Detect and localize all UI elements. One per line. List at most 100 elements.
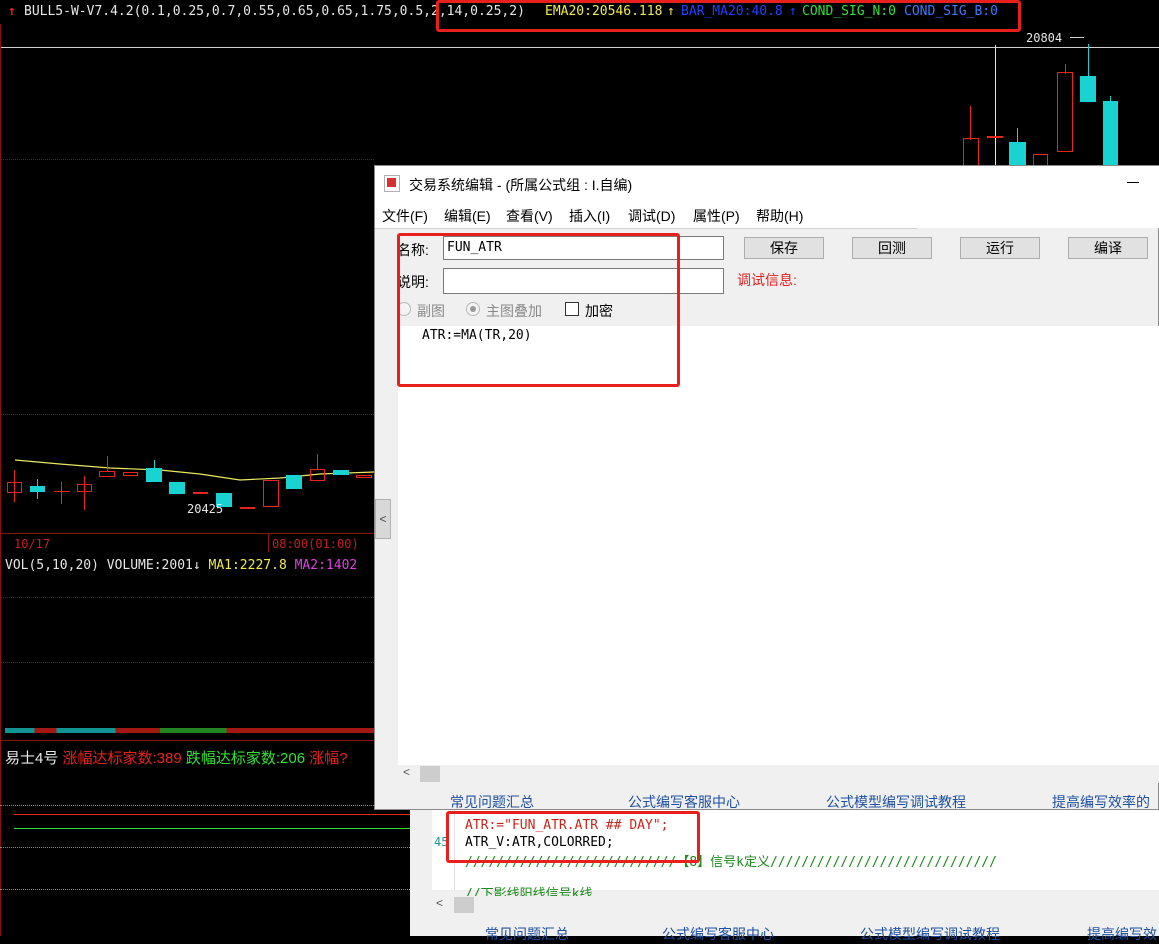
candle	[963, 138, 979, 166]
candle	[54, 491, 70, 492]
run-button[interactable]: 运行	[960, 237, 1040, 259]
grid-line	[0, 662, 374, 663]
down-count: 跌幅达标家数:206	[185, 750, 306, 767]
candle	[333, 470, 349, 475]
grid-line	[0, 597, 374, 598]
menu-view[interactable]: 查看(V)	[506, 206, 553, 226]
indicator-name: 易士4号	[5, 750, 59, 767]
date-label: 10/17	[14, 537, 51, 551]
low-price-label: 20425	[187, 502, 224, 516]
volume-legend: VOL(5,10,20) VOLUME:2001↓ MA1:2227.8 MA2…	[5, 558, 357, 573]
app-icon	[384, 175, 400, 192]
editor-horizontal-scrollbar[interactable]: <	[398, 765, 1159, 783]
candle	[146, 468, 162, 482]
candle	[317, 454, 318, 470]
candle-wick	[995, 45, 996, 165]
menu-help[interactable]: 帮助(H)	[756, 206, 803, 226]
minimize-icon[interactable]	[1127, 182, 1139, 183]
scrollbar-thumb[interactable]	[420, 766, 440, 782]
grid-line	[0, 159, 374, 160]
volume-value: VOLUME:2001	[106, 558, 193, 573]
menu-edit[interactable]: 编辑(E)	[444, 206, 491, 226]
grid-line	[0, 740, 374, 741]
grid-line	[0, 847, 410, 848]
high-pointer-line	[1070, 37, 1084, 38]
volume-bars	[5, 728, 374, 733]
dialog-titlebar[interactable]: 交易系统编辑 - (所属公式组 : I.自编)	[375, 166, 1159, 202]
scroll-left-icon[interactable]: <	[403, 765, 410, 779]
candle	[61, 482, 62, 504]
candle	[14, 470, 15, 502]
header-highlight-box	[436, 0, 1021, 32]
candle	[154, 460, 155, 470]
candle	[356, 475, 372, 478]
high-price-label: 20804	[1026, 31, 1063, 45]
save-button[interactable]: 保存	[744, 237, 824, 259]
volume-params: VOL(5,10,20)	[5, 558, 99, 573]
date-axis-line	[0, 533, 374, 534]
grid-line	[0, 805, 410, 806]
grid-line	[0, 889, 410, 890]
candle	[240, 507, 255, 509]
editor-highlight-box	[397, 233, 680, 387]
candle	[1065, 64, 1066, 74]
compile-button[interactable]: 编译	[1068, 237, 1148, 259]
link-faq[interactable]: 常见问题汇总	[485, 924, 569, 944]
link-tutorial[interactable]: 公式模型编写调试教程	[826, 792, 966, 812]
breadth-legend: 易士4号 涨幅达标家数:389 跌幅达标家数:206 涨幅?	[5, 747, 348, 768]
menu-file[interactable]: 文件(F)	[382, 206, 428, 226]
backtest-button[interactable]: 回测	[852, 237, 932, 259]
scroll-left-icon[interactable]: <	[436, 896, 443, 910]
candle	[970, 106, 971, 140]
menu-insert[interactable]: 插入(I)	[569, 206, 610, 226]
candle	[123, 472, 138, 476]
candle	[193, 492, 208, 494]
code-editor[interactable]: ATR:=MA(TR,20)	[398, 326, 1159, 766]
candle	[1057, 72, 1073, 152]
price-reference-line	[0, 47, 1159, 48]
candle	[37, 479, 38, 499]
grid-line	[0, 414, 374, 415]
time-label: 08:00(01:00)	[272, 537, 359, 551]
candle	[84, 476, 85, 510]
background-code-highlight-box	[446, 811, 700, 863]
candle	[310, 469, 325, 481]
menu-debug[interactable]: 调试(D)	[628, 206, 675, 226]
candle	[1110, 96, 1111, 102]
up-arrow-icon: ↑	[8, 4, 16, 19]
scrollbar-thumb[interactable]	[454, 897, 474, 913]
link-support[interactable]: 公式编写客服中心	[662, 924, 774, 944]
menu-bar: 文件(F) 编辑(E) 查看(V) 插入(I) 调试(D) 属性(P) 帮助(H…	[375, 202, 1159, 228]
candle	[1080, 76, 1096, 102]
candle	[987, 136, 1003, 138]
dialog-title: 交易系统编辑 - (所属公式组 : I.自编)	[409, 177, 633, 193]
background-horizontal-scrollbar[interactable]: <	[432, 896, 1159, 914]
candle	[1009, 142, 1026, 166]
candle	[263, 480, 279, 507]
candle	[286, 475, 302, 489]
link-support[interactable]: 公式编写客服中心	[628, 792, 740, 812]
panel-collapse-button[interactable]: <	[375, 499, 391, 539]
editor-left-margin	[375, 326, 398, 766]
candle	[1103, 101, 1118, 166]
menu-divider	[375, 228, 917, 229]
down-arrow-icon: ↓	[192, 558, 201, 573]
green-level-line	[14, 828, 410, 829]
collapse-left-icon: <	[379, 512, 387, 526]
ma1-value: MA1:2227.8	[208, 558, 287, 573]
link-efficiency[interactable]: 提高编写效	[1087, 924, 1157, 944]
red-level-line	[14, 814, 410, 815]
link-tutorial[interactable]: 公式模型编写调试教程	[860, 924, 1000, 944]
debug-info-label: 调试信息:	[737, 272, 797, 288]
candle	[107, 456, 108, 472]
link-efficiency[interactable]: 提高编写效率的	[1052, 792, 1150, 812]
up-count: 涨幅达标家数:389	[62, 750, 182, 767]
candle	[169, 482, 185, 494]
candle	[1088, 44, 1089, 76]
time-divider	[268, 534, 269, 552]
link-faq[interactable]: 常见问题汇总	[450, 792, 534, 812]
candle	[1017, 128, 1018, 144]
menu-properties[interactable]: 属性(P)	[693, 206, 740, 226]
ma2-value: MA2:1402	[294, 558, 358, 573]
up-count-2: 涨幅?	[309, 750, 348, 767]
